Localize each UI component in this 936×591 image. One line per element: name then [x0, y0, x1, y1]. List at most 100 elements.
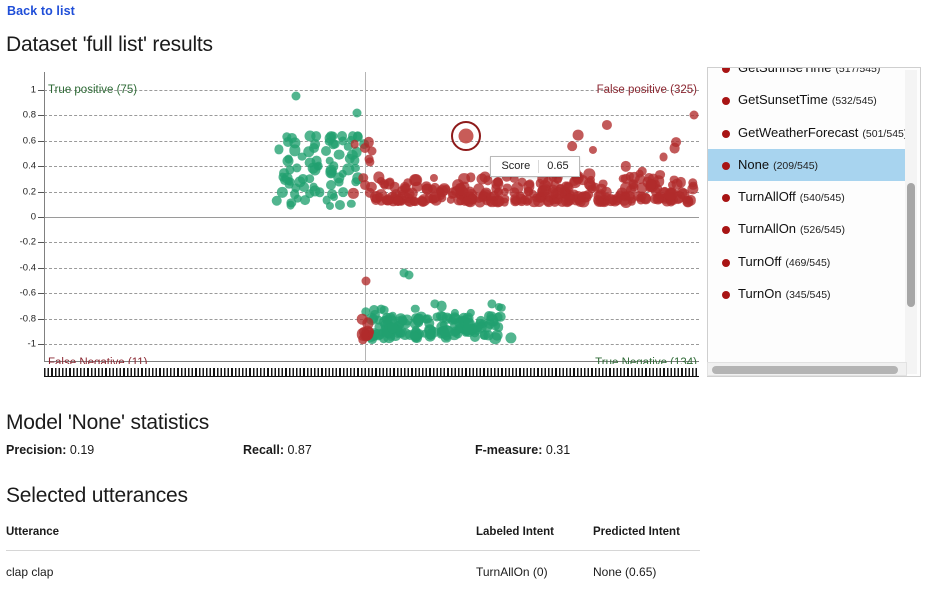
- back-to-list-link[interactable]: Back to list: [7, 4, 75, 18]
- chart-data-point[interactable]: [361, 276, 371, 285]
- highlighted-point[interactable]: [458, 128, 474, 144]
- intent-legend-panel[interactable]: GetSunriseTime (517/545) GetSunsetTime(532…: [707, 67, 921, 377]
- chart-data-point[interactable]: [566, 193, 575, 203]
- chart-data-point[interactable]: [479, 171, 491, 183]
- legend-scroll-viewport[interactable]: GetSunriseTime (517/545) GetSunsetTime(532…: [708, 68, 906, 354]
- score-tooltip: Score 0.65: [490, 155, 580, 177]
- chart-data-point[interactable]: [639, 192, 651, 204]
- chart-data-point[interactable]: [271, 195, 283, 207]
- chart-data-point[interactable]: [352, 108, 362, 118]
- chart-data-point[interactable]: [356, 314, 368, 325]
- chart-data-point[interactable]: [308, 142, 319, 153]
- legend-vertical-scrollbar[interactable]: [905, 70, 917, 374]
- chart-data-point[interactable]: [278, 172, 288, 182]
- legend-item-getweatherforecast[interactable]: GetWeatherForecast (501/545): [708, 117, 906, 149]
- chart-data-point[interactable]: [567, 141, 577, 151]
- legend-bullet-icon: [722, 97, 730, 106]
- utterances-table: Utterance Labeled Intent Predicted Inten…: [6, 526, 700, 589]
- chart-data-point[interactable]: [401, 183, 411, 193]
- chart-data-point[interactable]: [500, 197, 509, 207]
- legend-item-getsunrisetime[interactable]: GetSunriseTime (517/545): [708, 68, 906, 84]
- chart-data-point[interactable]: [492, 330, 503, 341]
- y-axis-label: -1: [27, 338, 36, 350]
- y-axis-label: 0: [30, 211, 36, 223]
- chart-data-point[interactable]: [516, 193, 527, 205]
- chart-data-point[interactable]: [322, 196, 331, 205]
- legend-item-text: TurnOn (345/545): [738, 286, 831, 302]
- chart-data-point[interactable]: [502, 183, 512, 193]
- scatter-chart[interactable]: 1 0.8 0.6 0.4 0.2 0 -0.2 -0.4 -0.6 -0.8 -1 Score 0…: [6, 72, 700, 384]
- chart-data-point[interactable]: [300, 194, 311, 205]
- recall-label: Recall:: [243, 443, 284, 457]
- chart-data-point[interactable]: [572, 129, 584, 141]
- legend-item-text: GetSunriseTime (517/545): [738, 68, 880, 76]
- chart-data-point[interactable]: [414, 314, 423, 323]
- chart-data-point[interactable]: [653, 193, 665, 204]
- chart-data-point[interactable]: [689, 110, 699, 120]
- legend-item-label: GetSunsetTime: [738, 92, 828, 108]
- chart-data-point[interactable]: [379, 306, 389, 315]
- chart-data-point[interactable]: [421, 184, 433, 195]
- legend-vertical-scroll-thumb[interactable]: [907, 183, 915, 307]
- chart-data-point[interactable]: [659, 152, 668, 162]
- legend-item-turnoff[interactable]: TurnOff (469/545): [708, 246, 906, 278]
- chart-y-axis: [44, 72, 45, 362]
- legend-horizontal-scrollbar[interactable]: [707, 362, 907, 376]
- legend-item-text: TurnAllOn (526/545): [738, 221, 845, 237]
- chart-data-point[interactable]: [404, 270, 414, 280]
- y-axis-label: -0.8: [19, 313, 36, 325]
- chart-data-point[interactable]: [350, 139, 360, 149]
- chart-data-point[interactable]: [393, 196, 404, 206]
- legend-item-turnallon[interactable]: TurnAllOn (526/545): [708, 213, 906, 245]
- chart-data-point[interactable]: [655, 169, 665, 180]
- chart-data-point[interactable]: [397, 314, 408, 325]
- chart-data-point[interactable]: [532, 195, 545, 208]
- y-axis-label: 1: [30, 84, 36, 96]
- legend-bullet-icon: [722, 194, 730, 202]
- legend-item-text: TurnOff (469/545): [738, 254, 830, 270]
- chart-data-point[interactable]: [399, 328, 412, 341]
- chart-data-point[interactable]: [635, 169, 645, 178]
- legend-item-count: (540/545): [799, 192, 845, 204]
- chart-data-point[interactable]: [324, 132, 336, 144]
- fmeasure-stat: F-measure: 0.31: [475, 443, 570, 457]
- chart-gridline: [44, 293, 699, 295]
- table-row[interactable]: clap clap TurnAllOn (0) None (0.65): [6, 551, 700, 590]
- chart-data-point[interactable]: [364, 154, 374, 164]
- chart-data-point[interactable]: [448, 316, 457, 325]
- chart-data-point[interactable]: [492, 176, 503, 187]
- chart-data-point[interactable]: [284, 154, 293, 164]
- legend-item-list[interactable]: GetSunriseTime (517/545) GetSunsetTime(532…: [708, 68, 906, 310]
- chart-data-point[interactable]: [291, 91, 301, 101]
- chart-data-point[interactable]: [360, 179, 371, 190]
- precision-stat: Precision: 0.19: [6, 443, 94, 457]
- chart-data-point[interactable]: [424, 330, 436, 342]
- legend-bullet-icon: [722, 290, 730, 299]
- table-header-row: Utterance Labeled Intent Predicted Inten…: [6, 526, 700, 551]
- chart-gridline: [44, 242, 699, 244]
- chart-data-point[interactable]: [304, 130, 316, 142]
- chart-data-point[interactable]: [338, 187, 349, 198]
- legend-item-label: TurnAllOn: [738, 221, 797, 237]
- chart-data-point[interactable]: [375, 189, 387, 202]
- legend-item-turnalloff[interactable]: TurnAllOff (540/545): [708, 181, 906, 213]
- chart-data-point[interactable]: [297, 152, 307, 162]
- chart-data-point[interactable]: [410, 196, 421, 207]
- chart-data-point[interactable]: [469, 331, 480, 342]
- statistics-title: Model 'None' statistics: [6, 411, 210, 434]
- chart-data-point[interactable]: [286, 200, 295, 210]
- chart-gridline: [44, 344, 699, 345]
- legend-item-turnon[interactable]: TurnOn (345/545): [708, 278, 906, 310]
- chart-data-point[interactable]: [359, 143, 370, 154]
- chart-data-point[interactable]: [669, 142, 680, 154]
- legend-item-none[interactable]: None (209/545): [708, 148, 906, 181]
- chart-data-point[interactable]: [462, 317, 475, 330]
- legend-item-count: (501/545): [862, 127, 906, 140]
- legend-item-text: GetSunsetTime (532/545): [738, 92, 877, 108]
- legend-item-getsunsettime[interactable]: GetSunsetTime (532/545): [708, 84, 906, 116]
- chart-data-point[interactable]: [333, 149, 345, 160]
- chart-data-point[interactable]: [289, 189, 300, 200]
- legend-horizontal-scroll-thumb[interactable]: [712, 366, 898, 374]
- chart-data-point[interactable]: [537, 186, 548, 197]
- chart-data-point[interactable]: [299, 182, 310, 193]
